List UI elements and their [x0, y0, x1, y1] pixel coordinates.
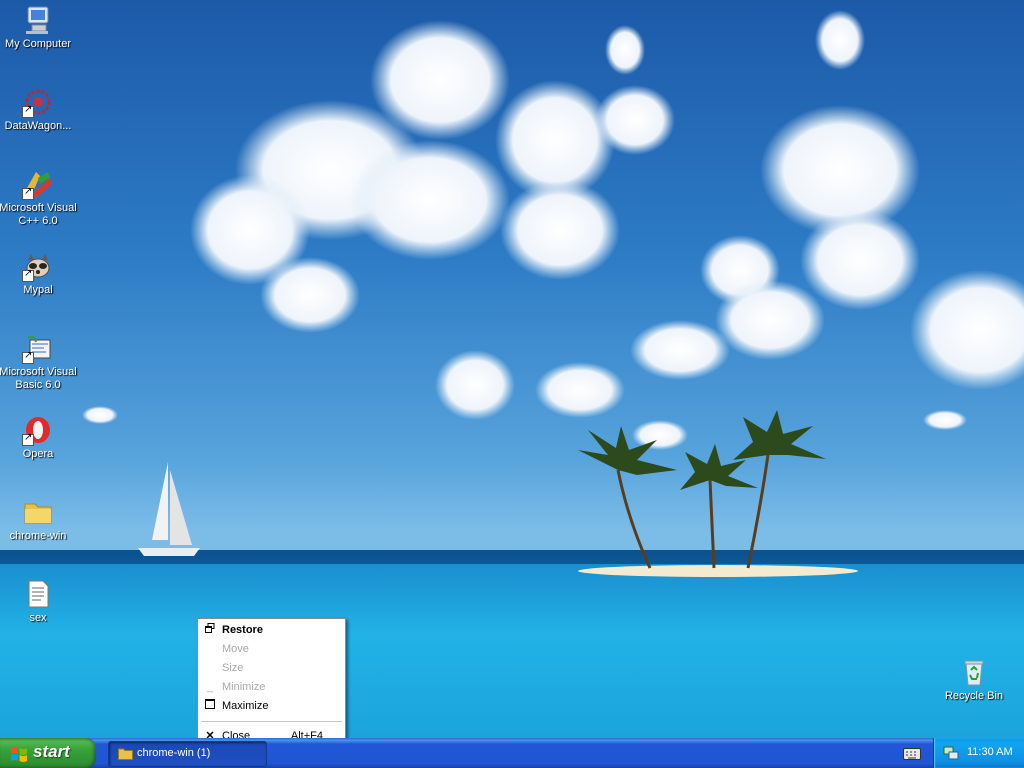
desktop-icon-recycle-bin[interactable]: Recycle Bin	[934, 656, 1014, 703]
menu-item-maximize[interactable]: Maximize	[198, 697, 345, 716]
desktop-icon-label: Opera	[22, 448, 54, 460]
desktop-icon-label: DataWagon...	[4, 120, 72, 132]
close-icon: ✕	[205, 730, 215, 738]
desktop-icon-label: sex	[29, 612, 47, 624]
menu-item-minimize[interactable]: _ Minimize	[198, 678, 345, 697]
network-icon[interactable]	[943, 746, 959, 760]
shortcut-text: Alt+F4	[290, 730, 323, 738]
menu-item-restore[interactable]: Restore	[198, 621, 345, 640]
folder-icon	[22, 496, 54, 528]
desktop[interactable]: My Computer DataWagon... Microsoft Visua…	[0, 0, 1024, 738]
window-context-menu: Restore Move Size _ Minimize Maximize ✕ …	[197, 618, 346, 738]
start-button[interactable]: start	[0, 738, 96, 768]
menu-item-label: Maximize	[222, 700, 269, 712]
desktop-icon-label: chrome-win	[9, 530, 67, 542]
desktop-icon-mypal[interactable]: Mypal	[0, 250, 78, 297]
my-computer-icon	[22, 4, 54, 36]
restore-icon	[204, 621, 216, 640]
desktop-icon-opera[interactable]: Opera	[0, 414, 78, 461]
desktop-icon-label: Microsoft Visual C++ 6.0	[0, 202, 77, 227]
menu-item-label: Restore	[222, 624, 263, 636]
clock[interactable]: 11:30 AM	[967, 746, 1013, 758]
shortcut-arrow-icon	[22, 186, 34, 200]
taskbar-button-label: chrome-win (1)	[137, 747, 211, 759]
menu-item-size[interactable]: Size	[198, 659, 345, 678]
taskbar: start chrome-win (1) 11:30 AM	[0, 738, 1024, 768]
shortcut-arrow-icon	[22, 268, 34, 282]
visual-basic-icon	[22, 332, 54, 364]
desktop-icon-label: My Computer	[4, 38, 72, 50]
shortcut-arrow-icon	[22, 350, 34, 364]
recycle-bin-icon	[958, 656, 990, 688]
mypal-icon	[22, 250, 54, 282]
desktop-icon-my-computer[interactable]: My Computer	[0, 4, 78, 51]
text-file-icon	[22, 578, 54, 610]
desktop-icon-chrome-win[interactable]: chrome-win	[0, 496, 78, 543]
menu-item-close[interactable]: ✕ Close Alt+F4	[198, 727, 345, 738]
menu-separator	[201, 721, 342, 722]
desktop-icon-label: Microsoft Visual Basic 6.0	[0, 366, 77, 391]
menu-item-label: Close	[222, 730, 251, 738]
folder-icon	[118, 748, 133, 760]
datawagon-icon	[22, 86, 54, 118]
start-label: start	[33, 742, 70, 761]
keyboard-icon[interactable]	[903, 746, 921, 760]
wallpaper-image	[0, 10, 1024, 738]
menu-item-label: Move	[222, 643, 249, 655]
desktop-icon-datawagon[interactable]: DataWagon...	[0, 86, 78, 133]
desktop-icon-visual-cpp[interactable]: Microsoft Visual C++ 6.0	[0, 168, 78, 228]
minimize-icon: _	[206, 681, 214, 693]
visual-cpp-icon	[22, 168, 54, 200]
desktop-icon-label: Recycle Bin	[944, 690, 1004, 702]
windows-logo-icon	[11, 747, 27, 762]
system-tray: 11:30 AM	[933, 738, 1024, 768]
taskbar-button-chrome-win[interactable]: chrome-win (1)	[108, 741, 267, 767]
menu-item-move[interactable]: Move	[198, 640, 345, 659]
menu-item-label: Size	[222, 662, 244, 674]
desktop-icon-visual-basic[interactable]: Microsoft Visual Basic 6.0	[0, 332, 78, 392]
shortcut-arrow-icon	[22, 432, 34, 446]
menu-item-label: Minimize	[222, 681, 266, 693]
opera-icon	[22, 414, 54, 446]
desktop-icon-label: Mypal	[23, 284, 53, 296]
maximize-icon	[204, 697, 216, 716]
shortcut-arrow-icon	[22, 104, 34, 118]
desktop-icon-sex[interactable]: sex	[0, 578, 78, 625]
